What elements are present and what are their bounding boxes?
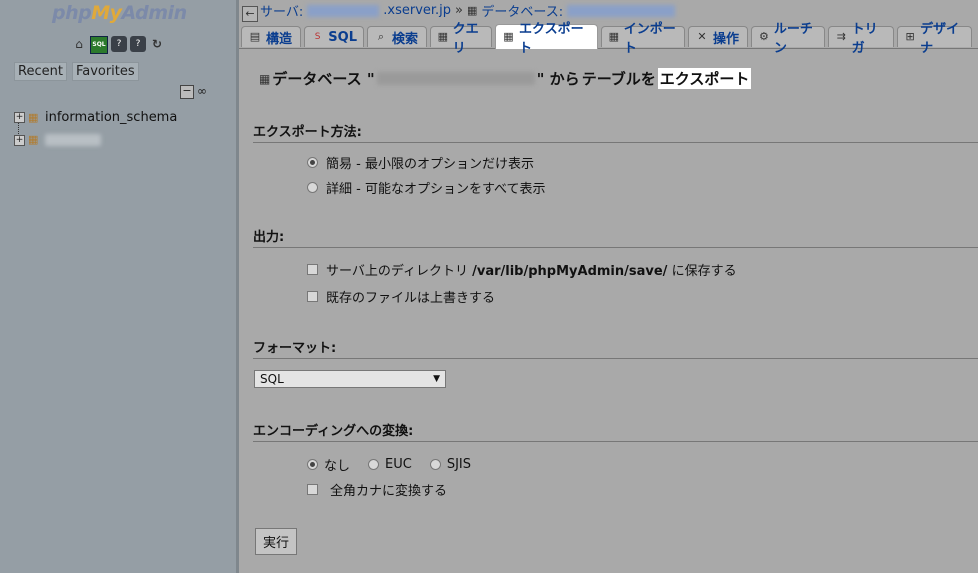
breadcrumb-server-suffix[interactable]: .xserver.jp	[383, 3, 451, 18]
export-method-quick[interactable]: 簡易 - 最小限のオプションだけ表示	[307, 153, 534, 172]
database-name-redacted	[567, 4, 676, 17]
kana-label[interactable]: 全角カナに変換する	[330, 480, 447, 499]
tab-export[interactable]: ▦ エクスポート	[495, 22, 598, 56]
query-icon: ▦	[437, 30, 449, 43]
format-selected-value: SQL	[260, 372, 284, 386]
operations-icon: ✕	[697, 30, 707, 43]
tree-item-information-schema[interactable]: + ▦ information_schema	[14, 110, 177, 125]
tab-query[interactable]: ▦ クエリ	[430, 22, 492, 56]
tab-structure[interactable]: ▤ 構造	[241, 26, 301, 47]
docs-icon[interactable]: ?	[111, 36, 127, 52]
routines-icon: ⚙	[759, 30, 769, 43]
logo-php: php	[52, 2, 92, 24]
phpmyadmin-logo[interactable]: phpMyAdmin	[52, 2, 187, 24]
tree-item-label-redacted[interactable]	[45, 134, 101, 146]
encoding-heading: エンコーディングへの変換:	[253, 420, 978, 442]
save-on-server-checkbox[interactable]	[307, 264, 318, 275]
expand-icon[interactable]: +	[14, 112, 25, 123]
radio-quick[interactable]	[307, 157, 318, 168]
tab-import[interactable]: ▦ インポート	[601, 22, 685, 56]
radio-quick-label[interactable]: 簡易 - 最小限のオプションだけ表示	[326, 153, 534, 172]
tab-label: 操作	[713, 31, 740, 47]
server-name-redacted	[307, 4, 380, 17]
tab-designer[interactable]: ⊞ デザイナ	[897, 22, 972, 56]
import-icon: ▦	[608, 30, 620, 43]
radio-encoding-sjis[interactable]	[429, 459, 441, 470]
overwrite-option[interactable]: 既存のファイルは上書きする	[307, 287, 495, 306]
format-heading: フォーマット:	[253, 337, 978, 359]
title-export-highlight: エクスポート	[657, 68, 752, 89]
encoding-options: なし EUC SJIS	[307, 455, 471, 474]
database-icon: ▦	[28, 110, 39, 124]
logo-my: My	[91, 2, 122, 24]
save-on-server-option[interactable]: サーバ上のディレクトリ /var/lib/phpMyAdmin/save/ に保…	[307, 260, 737, 279]
logo-admin: Admin	[121, 2, 188, 24]
save-on-server-label[interactable]: サーバ上のディレクトリ /var/lib/phpMyAdmin/save/ に保…	[326, 260, 737, 279]
export-method-heading: エクスポート方法:	[253, 121, 978, 143]
database-name-redacted	[376, 72, 535, 85]
database-icon: ▦	[28, 133, 39, 146]
link-with-main-icon[interactable]: ∞	[197, 84, 207, 98]
export-method-custom[interactable]: 詳細 - 可能なオプションをすべて表示	[307, 178, 546, 197]
save-prefix: サーバ上のディレクトリ	[326, 264, 468, 279]
recent-tab[interactable]: Recent	[14, 62, 67, 81]
tab-label: SQL	[328, 29, 357, 45]
kana-checkbox[interactable]	[307, 484, 318, 495]
radio-encoding-euc[interactable]	[368, 459, 380, 470]
home-icon[interactable]: ⌂	[71, 36, 87, 52]
output-heading: 出力:	[253, 226, 978, 248]
overwrite-label[interactable]: 既存のファイルは上書きする	[326, 287, 495, 306]
breadcrumb-server-label[interactable]: サーバ:	[260, 1, 303, 20]
page-title: ▦ データベース " " から テーブルを エクスポート	[259, 68, 752, 89]
nav-icon-bar: ⌂ SQL ? ? ↻	[71, 36, 165, 54]
export-page: ▦ データベース " " から テーブルを エクスポート エクスポート方法: 簡…	[239, 48, 978, 573]
database-icon: ▦	[259, 71, 271, 86]
radio-encoding-euc-label[interactable]: EUC	[385, 457, 412, 472]
tree-item-user-database[interactable]: + ▦	[14, 134, 101, 146]
tab-label: 構造	[266, 31, 293, 47]
dropdown-arrow-icon: ▼	[433, 374, 440, 384]
tree-item-label[interactable]: information_schema	[45, 110, 177, 125]
tab-label: 検索	[392, 31, 419, 47]
tab-routines[interactable]: ⚙ ルーチン	[751, 22, 825, 56]
recent-favorites-tabs: Recent Favorites	[14, 62, 139, 81]
tab-triggers[interactable]: ⇉ トリガ	[828, 22, 894, 56]
navigation-panel: phpMyAdmin ⌂ SQL ? ? ↻ Recent Favorites …	[0, 0, 236, 573]
structure-icon: ▤	[249, 30, 261, 43]
radio-encoding-none[interactable]	[307, 459, 318, 470]
triggers-icon: ⇉	[836, 30, 846, 43]
radio-custom[interactable]	[307, 182, 318, 193]
designer-icon: ⊞	[905, 30, 915, 43]
kana-option[interactable]: 全角カナに変換する	[307, 480, 447, 499]
collapse-all-button[interactable]: −	[180, 85, 194, 99]
tab-operations[interactable]: ✕ 操作	[688, 26, 748, 47]
overwrite-checkbox[interactable]	[307, 291, 318, 302]
back-arrow-icon[interactable]: ←	[242, 6, 258, 22]
sql-icon: S	[314, 32, 321, 42]
title-suffix: " から	[536, 70, 580, 88]
docs-alt-icon[interactable]: ?	[130, 36, 146, 52]
export-icon: ▦	[503, 30, 514, 43]
favorites-tab[interactable]: Favorites	[71, 62, 139, 81]
reload-icon[interactable]: ↻	[149, 36, 165, 52]
database-icon: ▦	[467, 4, 478, 17]
title-tables: テーブルを	[581, 70, 656, 88]
search-icon: ⌕	[377, 30, 385, 43]
tab-search[interactable]: ⌕ 検索	[367, 26, 427, 47]
expand-icon[interactable]: +	[14, 134, 25, 146]
radio-encoding-none-label[interactable]: なし	[324, 455, 350, 474]
sql-query-icon[interactable]: SQL	[90, 36, 108, 54]
save-path: /var/lib/phpMyAdmin/save/	[472, 264, 668, 279]
title-prefix: データベース "	[272, 70, 375, 88]
radio-encoding-sjis-label[interactable]: SJIS	[447, 457, 471, 472]
go-button[interactable]: 実行	[255, 528, 297, 555]
format-select[interactable]: SQL ▼	[254, 370, 446, 388]
save-suffix: に保存する	[671, 264, 737, 279]
radio-custom-label[interactable]: 詳細 - 可能なオプションをすべて表示	[326, 178, 546, 197]
top-menu-tabs: ▤ 構造 S SQL ⌕ 検索 ▦ クエリ ▦ エクスポート ▦ インポート ✕ 操作 ⚙ ルー…	[239, 22, 978, 56]
breadcrumb-separator: »	[455, 3, 463, 18]
tab-sql[interactable]: S SQL	[304, 26, 364, 47]
